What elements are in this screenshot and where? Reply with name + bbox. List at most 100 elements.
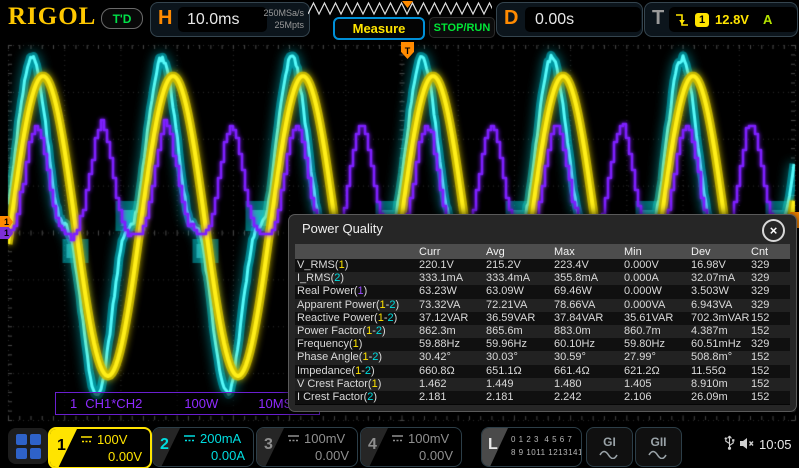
measurement-value: 883.0m — [552, 325, 622, 338]
math-expression: CH1*CH2 — [85, 396, 142, 411]
trigger-sweep-mode: A — [763, 12, 772, 27]
measurement-value: 0.000W — [622, 285, 689, 298]
measurement-label: I_RMS(2) — [295, 272, 417, 285]
delay-value[interactable]: 0.00s — [525, 7, 641, 32]
delay-block[interactable]: D 0.00s — [496, 2, 643, 37]
measurement-value: 152 — [749, 378, 790, 391]
measurement-value: 152 — [749, 365, 790, 378]
measurement-label: Reactive Power(1-2) — [295, 312, 417, 325]
table-row: Impedance(1-2)660.8Ω651.1Ω661.4Ω621.2Ω11… — [295, 365, 790, 378]
measurement-label: V Crest Factor(1) — [295, 378, 417, 391]
coupling-icon — [183, 434, 196, 443]
measurement-label: Impedance(1-2) — [295, 365, 417, 378]
close-button[interactable]: × — [762, 219, 785, 242]
table-row: V Crest Factor(1)1.4621.4491.4801.4058.9… — [295, 378, 790, 391]
stop-run-button[interactable]: STOP/RUN — [429, 17, 495, 38]
channel-block-1[interactable]: 1 100V 0.00V — [48, 427, 152, 468]
digital-row-1: 0 1 2 3 4 5 6 7 — [511, 435, 572, 444]
coupling-icon — [391, 434, 404, 443]
column-header — [295, 244, 417, 259]
measurement-value: 2.106 — [622, 391, 689, 404]
measurement-label: V_RMS(1) — [295, 259, 417, 272]
trigger-settings[interactable]: 1 12.8V A — [669, 7, 797, 32]
measurement-value: 215.2V — [484, 259, 552, 272]
digital-channels-block[interactable]: L 0 1 2 3 4 5 6 7 8 9 1011 12131415 — [481, 427, 582, 467]
measurement-value: 860.7m — [622, 325, 689, 338]
measurement-label: I Crest Factor(2) — [295, 391, 417, 404]
menu-grid-icon — [30, 434, 41, 445]
waveform-overview-strip[interactable] — [308, 1, 492, 17]
math-channel-label[interactable]: 1 CH1*CH2 100W 10MSa/s — [55, 392, 320, 415]
generator-1-button[interactable]: GI — [586, 427, 633, 467]
measurement-value: 329 — [749, 299, 790, 312]
measurement-table: CurrAvgMaxMinDevCnt V_RMS(1)220.1V215.2V… — [295, 244, 790, 405]
measurement-value: 152 — [749, 391, 790, 404]
channel-3-scale: 100mV — [304, 431, 345, 446]
overview-zigzag-icon — [308, 1, 492, 17]
measurement-label: Phase Angle(1-2) — [295, 351, 417, 364]
measurement-value: 0.000A — [622, 272, 689, 285]
coupling-icon — [80, 435, 93, 444]
measurement-value: 35.61VAR — [622, 312, 689, 325]
measurement-label: Power Factor(1-2) — [295, 325, 417, 338]
channel-block-3[interactable]: 3 100mV 0.00V — [256, 427, 358, 467]
clock: 10:05 — [759, 437, 792, 452]
measurement-value: 32.07mA — [689, 272, 749, 285]
measurement-value: 11.55Ω — [689, 365, 749, 378]
trigger-status-badge: T'D — [101, 8, 143, 29]
channel-1-number: 1 — [57, 437, 66, 455]
trigger-level-value: 12.8V — [715, 12, 749, 27]
measurement-value: 702.3mVAR — [689, 312, 749, 325]
measurement-value: 329 — [749, 338, 790, 351]
table-row: I_RMS(2)333.1mA333.4mA355.8mA0.000A32.07… — [295, 272, 790, 285]
measurement-value: 862.3m — [417, 325, 484, 338]
channel-1-scale: 100V — [97, 432, 127, 447]
measurement-value: 329 — [749, 259, 790, 272]
table-row: I Crest Factor(2)2.1812.1812.2422.10626.… — [295, 391, 790, 404]
horizontal-label: H — [158, 7, 172, 30]
measurement-value: 1.405 — [622, 378, 689, 391]
measurement-value: 37.84VAR — [552, 312, 622, 325]
measurement-value: 63.09W — [484, 285, 552, 298]
top-status-bar: RIGOL T'D H 10.0ms 250MSa/s 25Mpts Measu… — [0, 0, 799, 37]
channel-3-number: 3 — [264, 436, 273, 454]
menu-grid-icon — [16, 434, 27, 445]
measurement-value: 63.23W — [417, 285, 484, 298]
column-header: Curr — [417, 244, 484, 259]
measurement-value: 1.462 — [417, 378, 484, 391]
sine-icon — [648, 450, 670, 459]
measurement-value: 660.8Ω — [417, 365, 484, 378]
generator-2-label: GII — [650, 435, 666, 449]
bottom-status-bar: 1 100V 0.00V 2 200mA 0.00A 3 100mV 0.00V… — [0, 424, 799, 468]
channel-4-number: 4 — [368, 436, 377, 454]
power-quality-panel: Power Quality × CurrAvgMaxMinDevCnt V_RM… — [288, 214, 797, 412]
channel-block-4[interactable]: 4 100mV 0.00V — [360, 427, 462, 467]
measurement-table-body: V_RMS(1)220.1V215.2V223.4V0.000V16.98V32… — [295, 259, 790, 404]
channel-1-offset: 0.00V — [108, 449, 142, 464]
measurement-value: 30.03° — [484, 351, 552, 364]
measurement-value: 36.59VAR — [484, 312, 552, 325]
measurement-label: Apparent Power(1-2) — [295, 299, 417, 312]
measurement-value: 152 — [749, 312, 790, 325]
measurement-value: 59.88Hz — [417, 338, 484, 351]
menu-grid-button[interactable] — [8, 428, 48, 464]
measurement-value: 16.98V — [689, 259, 749, 272]
channel-block-2[interactable]: 2 200mA 0.00A — [152, 427, 254, 467]
usb-icon — [724, 434, 735, 451]
measure-button[interactable]: Measure — [333, 17, 425, 40]
table-row: Reactive Power(1-2)37.12VAR36.59VAR37.84… — [295, 312, 790, 325]
measurement-value: 6.943VA — [689, 299, 749, 312]
measurement-value: 661.4Ω — [552, 365, 622, 378]
timebase-value[interactable]: 10.0ms — [178, 7, 267, 32]
measurement-value: 37.12VAR — [417, 312, 484, 325]
digital-label: L — [488, 436, 498, 454]
panel-header[interactable]: Power Quality × — [289, 215, 796, 243]
horizontal-block[interactable]: H 10.0ms 250MSa/s 25Mpts — [150, 2, 310, 37]
trigger-block[interactable]: T 1 12.8V A — [644, 2, 798, 37]
generator-2-button[interactable]: GII — [635, 427, 682, 467]
table-header-row: CurrAvgMaxMinDevCnt — [295, 244, 790, 259]
channel-4-offset: 0.00V — [419, 448, 453, 463]
math-badge: 1 — [70, 396, 77, 411]
measurement-value: 0.000V — [622, 259, 689, 272]
channel-2-scale: 200mA — [200, 431, 241, 446]
